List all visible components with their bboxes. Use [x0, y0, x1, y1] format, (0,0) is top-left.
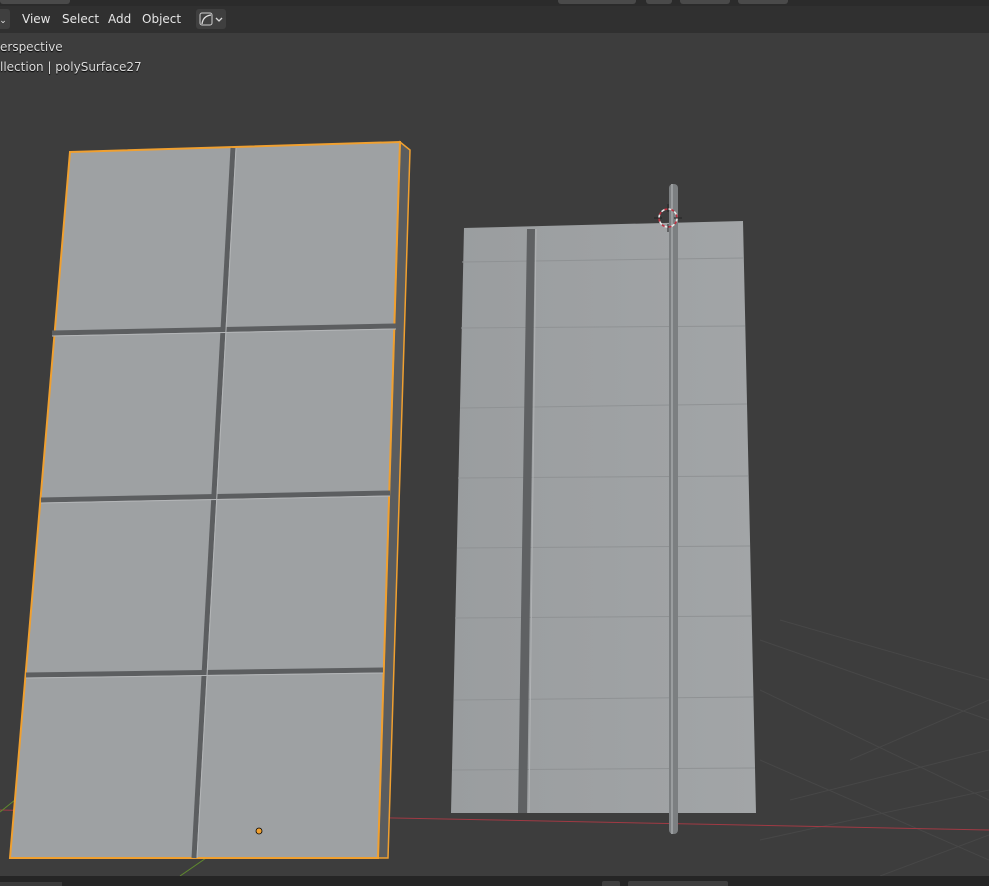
selected-mesh-panel[interactable] [8, 140, 411, 859]
playback-buttons[interactable] [628, 881, 728, 886]
cloth-mesh-panel[interactable] [451, 184, 756, 834]
top-toggle[interactable] [646, 0, 672, 4]
chevron-down-icon: ⌄ [0, 16, 7, 26]
proportional-edit-dropdown[interactable] [196, 9, 226, 29]
3d-viewport[interactable] [0, 33, 989, 876]
object-origin-point [255, 827, 263, 835]
top-dropdown-2[interactable] [738, 0, 788, 4]
curve-icon [199, 12, 223, 26]
top-dropdown[interactable] [680, 0, 730, 4]
editor-type-dropdown[interactable]: ⌄ [0, 9, 10, 29]
menu-add[interactable]: Add [102, 9, 134, 29]
menu-view[interactable]: View [16, 9, 52, 29]
menu-select[interactable]: Select [56, 9, 100, 29]
bottom-editor-tab[interactable] [0, 882, 62, 886]
playback-control[interactable] [602, 881, 620, 886]
workspace-icons[interactable] [0, 0, 70, 4]
floor-grid [759, 619, 989, 876]
viewport-header: ⌄ View Select Add Object [0, 6, 989, 33]
menu-object[interactable]: Object [136, 9, 181, 29]
bottom-timeline-bar [0, 876, 989, 886]
pole-cylinder[interactable] [669, 184, 678, 834]
top-field[interactable] [558, 0, 636, 4]
